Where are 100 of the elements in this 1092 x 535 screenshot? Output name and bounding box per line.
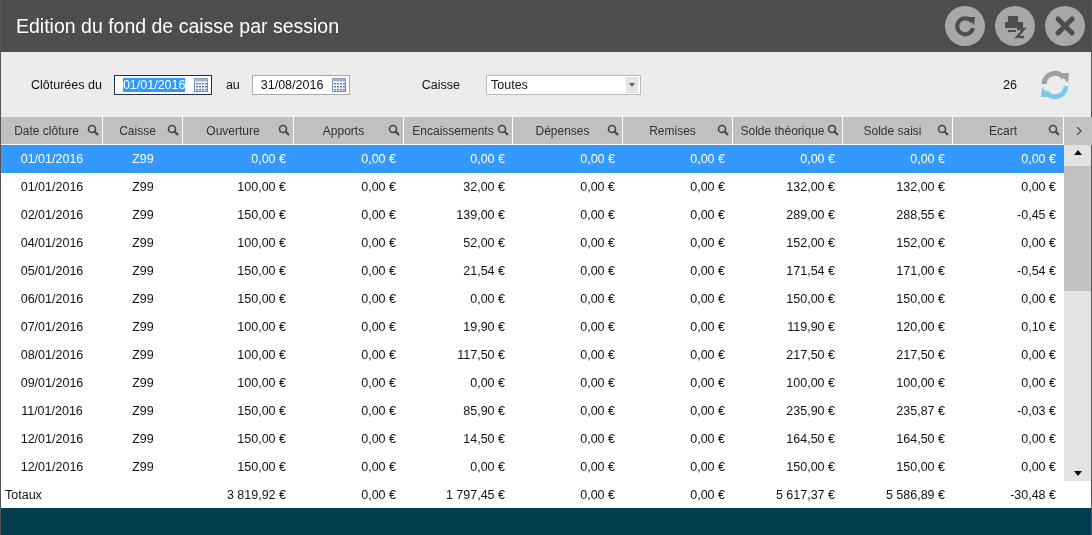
column-header[interactable]: Dépenses [513,117,622,145]
date-to-label: au [225,77,240,92]
table-cell-text: 152,00 € [785,236,836,250]
search-icon[interactable] [278,124,290,136]
scrollbar-thumb[interactable] [1064,166,1091,291]
column-header[interactable]: Ecart [953,117,1063,145]
table-cell-text: 02/01/2016 [19,208,85,222]
calendar-icon[interactable] [193,77,208,92]
search-icon[interactable] [87,124,99,136]
table-cell-text: 0,00 € [1020,152,1057,166]
search-icon[interactable] [1048,124,1060,136]
column-header[interactable]: Apports [294,117,403,145]
table-cell-text: 0,00 € [579,264,616,278]
table-cell-text: 0,00 € [360,180,397,194]
register-dropdown[interactable]: Toutes [486,74,641,95]
calendar-icon[interactable] [331,77,346,92]
table-cell-text: Z99 [131,236,155,250]
table-cell-text: Z99 [131,348,155,362]
table-cell-text: 0,00 € [469,292,506,306]
column-header[interactable]: Solde théorique [733,117,842,145]
table-cell-text: 235,87 € [895,404,946,418]
table-row[interactable]: 07/01/2016 Z99 100,00 € 0,00 € 19,90 € 0,00 € 0,00 € 119,90 € 120,00 € 0,10 € [1,313,1064,341]
table-cell-text: 0,00 € [689,432,726,446]
table-cell-text: 0,00 € [579,152,616,166]
table-cell-text: 171,00 € [895,264,946,278]
table-cell-text: 06/01/2016 [19,292,85,306]
table-cell-text: 09/01/2016 [19,376,85,390]
table-cell-text: 19,90 € [462,320,506,334]
table-cell-text: 150,00 € [895,460,946,474]
column-header[interactable]: Ouverture [183,117,293,145]
column-header[interactable]: Solde saisi [843,117,952,145]
triangle-down-icon [1073,471,1082,476]
table-cell-text: 04/01/2016 [19,236,85,250]
table-cell-text: Z99 [131,292,155,306]
close-button[interactable] [1045,6,1085,46]
search-icon[interactable] [717,124,729,136]
table-cell-text: 0,10 € [1020,320,1057,334]
search-icon[interactable] [388,124,400,136]
column-header[interactable]: Encaissements [404,117,512,145]
table-row[interactable]: 12/01/2016 Z99 150,00 € 0,00 € 14,50 € 0,00 € 0,00 € 164,50 € 164,50 € 0,00 € [1,425,1064,453]
table-cell-text: 171,54 € [785,264,836,278]
table-row[interactable]: 02/01/2016 Z99 150,00 € 0,00 € 139,00 € 0,00 € 0,00 € 289,00 € 288,55 € -0,45 € [1,201,1064,229]
search-icon[interactable] [607,124,619,136]
table-cell-text: 100,00 € [785,376,836,390]
total-value: 5 586,89 € [884,487,946,502]
table-row[interactable]: 12/01/2016 Z99 150,00 € 0,00 € 0,00 € 0,00 € 0,00 € 150,00 € 150,00 € 0,00 € [1,453,1064,481]
search-icon[interactable] [497,124,509,136]
table-cell-text: 52,00 € [462,236,506,250]
table-row[interactable]: 04/01/2016 Z99 100,00 € 0,00 € 52,00 € 0,00 € 0,00 € 152,00 € 152,00 € 0,00 € [1,229,1064,257]
table-cell-text: 0,00 € [360,292,397,306]
reload-button[interactable] [945,6,985,46]
table-cell-text: 217,50 € [895,348,946,362]
table-row[interactable]: 09/01/2016 Z99 100,00 € 0,00 € 0,00 € 0,00 € 0,00 € 100,00 € 100,00 € 0,00 € [1,369,1064,397]
date-to-field[interactable]: 31/08/2016 [251,74,350,95]
column-header[interactable]: Remises [623,117,732,145]
table-cell-text: Z99 [131,264,155,278]
table-cell-text: 0,00 € [360,404,397,418]
table-cell-text: Z99 [131,208,155,222]
table-row[interactable]: 01/01/2016 Z99 100,00 € 0,00 € 32,00 € 0,00 € 0,00 € 132,00 € 132,00 € 0,00 € [1,173,1064,201]
table-cell-text: 100,00 € [236,180,287,194]
chevron-right-icon [1075,127,1082,135]
table-cell-text: 150,00 € [785,460,836,474]
table-cell-text: 132,00 € [895,180,946,194]
printer-button[interactable] [995,6,1035,46]
search-icon[interactable] [167,124,179,136]
search-icon[interactable] [827,124,839,136]
column-header[interactable]: Date clôture [1,117,102,145]
table-cell-text: 0,00 € [689,180,726,194]
table-cell-text: 117,50 € [456,348,506,362]
table-cell-text: Z99 [131,432,155,446]
table-cell-text: 0,00 € [689,320,726,334]
column-header[interactable]: Caisse [103,117,182,145]
table-cell-text: 0,00 € [360,236,397,250]
table-cell-text: 01/01/2016 [19,152,85,166]
table-cell-text: 0,00 € [799,152,836,166]
table-cell-text: 0,00 € [579,292,616,306]
table-row[interactable]: 08/01/2016 Z99 100,00 € 0,00 € 117,50 € 0,00 € 0,00 € 217,50 € 217,50 € 0,00 € [1,341,1064,369]
table-cell-text: 150,00 € [236,208,287,222]
table-cell-text: 150,00 € [895,292,946,306]
table-cell-text: 0,00 € [579,460,616,474]
table-row[interactable]: 06/01/2016 Z99 150,00 € 0,00 € 0,00 € 0,00 € 0,00 € 150,00 € 150,00 € 0,00 € [1,285,1064,313]
table-cell-text: 0,00 € [360,460,397,474]
table-cell-text: 0,00 € [469,460,506,474]
table-cell-text: 12/01/2016 [19,432,85,446]
table-row[interactable]: 05/01/2016 Z99 150,00 € 0,00 € 21,54 € 0,00 € 0,00 € 171,54 € 171,00 € -0,54 € [1,257,1064,285]
table-cell-text: 0,00 € [579,236,616,250]
table-cell-text: 0,00 € [579,180,616,194]
table-cell-text: 0,00 € [469,152,506,166]
table-cell-text: 21,54 € [462,264,506,278]
search-icon[interactable] [937,124,949,136]
table-cell-text: 0,00 € [360,320,397,334]
table-cell-text: 100,00 € [236,320,287,334]
table-cell-text: 14,50 € [462,432,506,446]
table-cell-text: 08/01/2016 [19,348,85,362]
triangle-up-icon [1073,150,1082,155]
table-cell-text: 0,00 € [469,376,506,390]
table-cell-text: 0,00 € [689,152,726,166]
table-cell-text: 120,00 € [895,320,946,334]
table-cell-text: 150,00 € [236,432,287,446]
table-row[interactable]: 11/01/2016 Z99 150,00 € 0,00 € 85,90 € 0,00 € 0,00 € 235,90 € 235,87 € -0,03 € [1,397,1064,425]
